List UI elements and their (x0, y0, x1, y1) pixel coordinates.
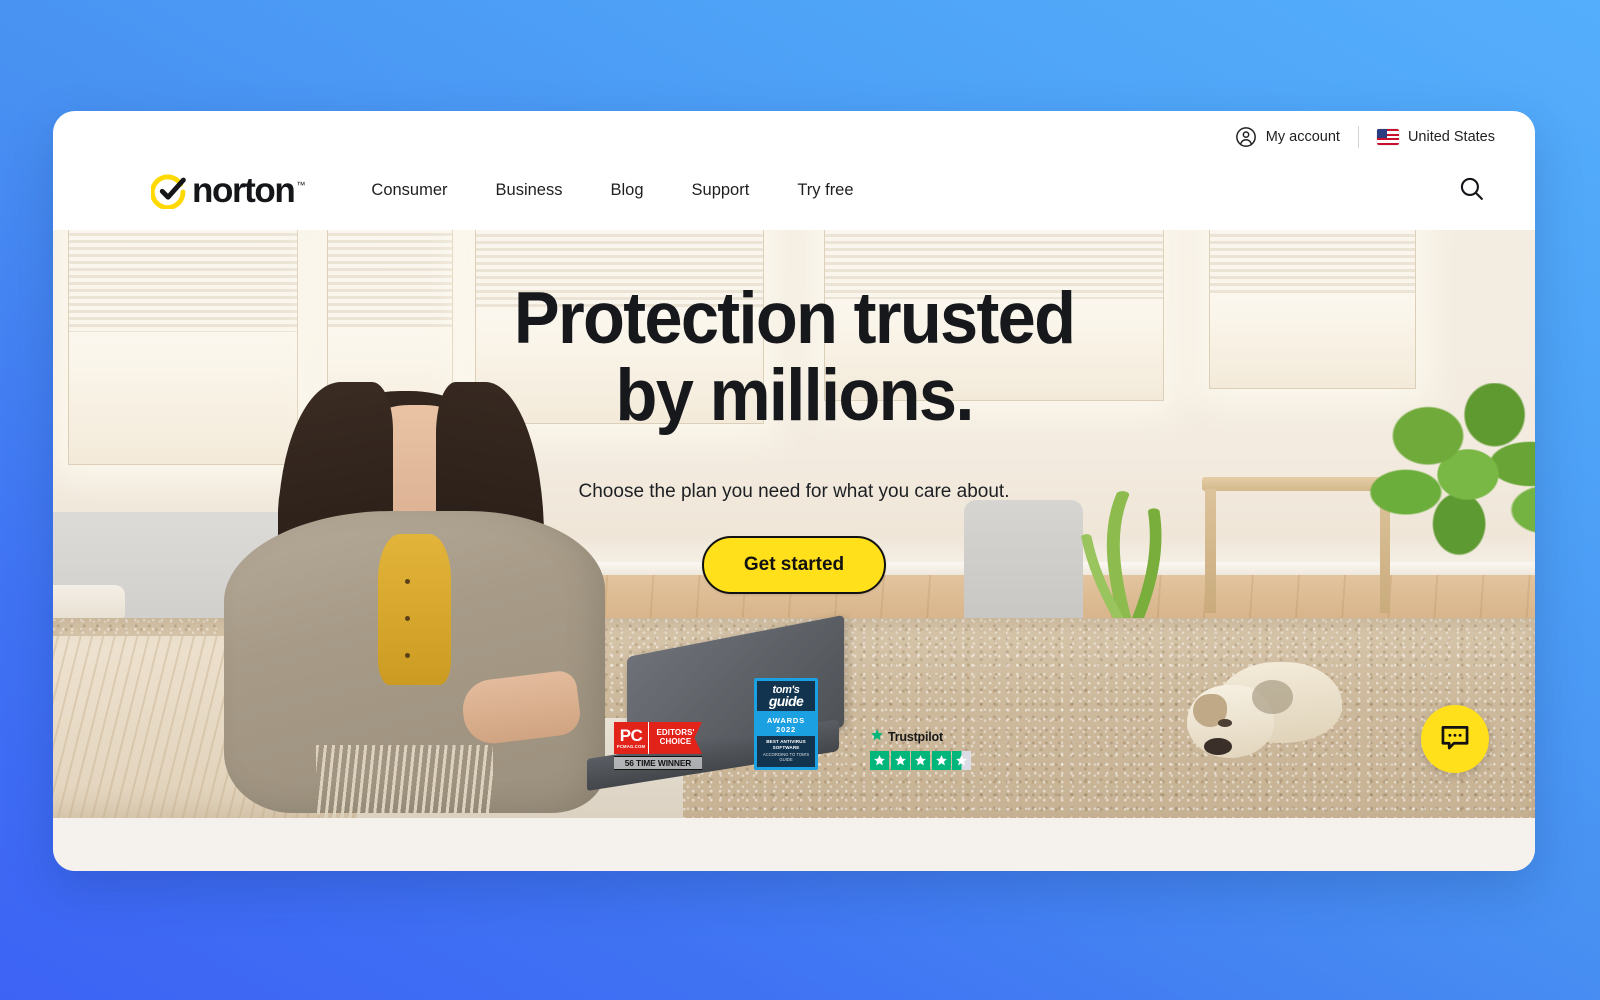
page-bottom-strip (53, 818, 1535, 871)
trustpilot-star-4 (931, 750, 951, 770)
toms-guide-fine-line-2: ACCORDING TO TOM'S GUIDE (762, 751, 810, 763)
trustpilot-star-3 (911, 750, 930, 770)
search-button[interactable] (1451, 171, 1491, 211)
trademark-symbol: ™ (296, 179, 306, 190)
award-badges: PC PCMAG.COM EDITORS' CHOICE 56 TIME WIN… (614, 678, 974, 770)
norton-checkmark-icon (149, 173, 187, 210)
chat-button[interactable] (1421, 705, 1489, 773)
us-flag-icon (1376, 129, 1399, 145)
hero-title: Protection trusted by millions. (513, 278, 1076, 437)
norton-wordmark: norton (192, 171, 296, 210)
pcmag-footer: 56 TIME WINNER (614, 755, 702, 770)
hero-title-line-2: by millions. (615, 355, 974, 437)
country-label: United States (1407, 129, 1495, 145)
hero-subtitle: Choose the plan you need for what you ca… (578, 480, 1010, 502)
nav-item-consumer[interactable]: Consumer (347, 173, 471, 208)
country-selector[interactable]: United States (1359, 129, 1513, 145)
trustpilot-rating-badge[interactable]: Trustpilot (870, 728, 974, 770)
trustpilot-star-2 (890, 750, 910, 770)
trustpilot-stars (870, 750, 974, 770)
toms-guide-award-label: AWARDS 2022 (757, 713, 815, 736)
nav-item-blog[interactable]: Blog (586, 173, 667, 208)
toms-guide-awards-badge: tom's guide AWARDS 2022 BEST ANTIVIRUS S… (754, 678, 818, 770)
toms-guide-fine-line-1: BEST ANTIVIRUS SOFTWARE (766, 738, 806, 750)
pcmag-brand: PC (619, 725, 643, 745)
trustpilot-star-1 (870, 750, 889, 770)
hero-section: Protection trusted by millions. Choose t… (53, 230, 1535, 818)
my-account-label: My account (1265, 129, 1340, 145)
my-account-link[interactable]: My account (1217, 126, 1358, 148)
trustpilot-label: Trustpilot (888, 730, 943, 745)
chat-bubble-icon (1438, 720, 1472, 759)
get-started-button[interactable]: Get started (701, 535, 887, 594)
trustpilot-star-icon (870, 728, 884, 747)
browser-card: My account United States norton ™ Consum… (53, 111, 1535, 871)
trustpilot-star-5-half (952, 750, 971, 770)
toms-guide-brand-line-2: guide (768, 693, 804, 710)
nav-item-support[interactable]: Support (668, 173, 774, 208)
main-navigation: norton ™ Consumer Business Blog Support … (53, 151, 1535, 230)
page-backdrop: My account United States norton ™ Consum… (0, 0, 1600, 1000)
search-icon (1458, 175, 1485, 207)
pcmag-brand-sub: PCMAG.COM (616, 743, 646, 749)
user-circle-icon (1235, 126, 1257, 148)
norton-logo[interactable]: norton ™ (149, 171, 306, 210)
nav-item-try-free[interactable]: Try free (773, 173, 877, 208)
pcmag-award-line-2: CHOICE (659, 736, 692, 746)
nav-links: Consumer Business Blog Support Try free (347, 173, 877, 208)
pcmag-editors-choice-badge: PC PCMAG.COM EDITORS' CHOICE 56 TIME WIN… (614, 721, 702, 770)
nav-item-business[interactable]: Business (472, 173, 587, 208)
hero-title-line-1: Protection trusted (513, 278, 1076, 359)
